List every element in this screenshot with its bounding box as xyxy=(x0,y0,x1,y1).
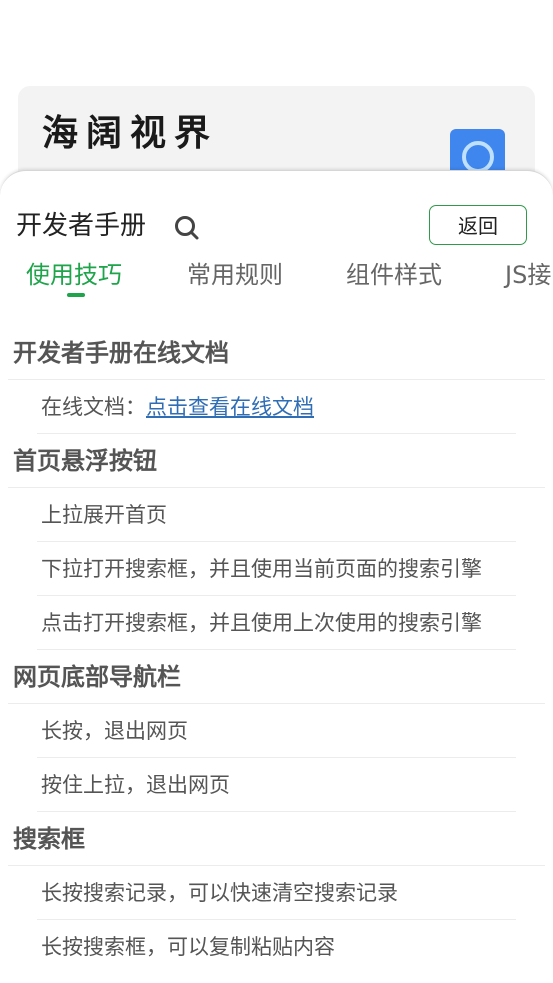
back-button[interactable]: 返回 xyxy=(429,205,527,245)
active-tab-indicator xyxy=(67,293,85,297)
sheet-title: 开发者手册 xyxy=(16,211,147,241)
list-item: 长按，退出网页 xyxy=(37,704,516,758)
app-title: 海阔视界 xyxy=(42,113,219,154)
online-docs-link[interactable]: 点击查看在线文档 xyxy=(146,395,314,419)
tab-usage-tips[interactable]: 使用技巧 xyxy=(26,257,122,293)
list-item: 下拉打开搜索框，并且使用当前页面的搜索引擎 xyxy=(37,542,516,596)
list-item: 点击打开搜索框，并且使用上次使用的搜索引擎 xyxy=(37,596,516,650)
search-icon[interactable] xyxy=(174,215,200,241)
tab-common-rules[interactable]: 常用规则 xyxy=(187,257,283,293)
tab-component-styles[interactable]: 组件样式 xyxy=(346,257,442,293)
section-title: 首页悬浮按钮 xyxy=(8,434,545,488)
section-title: 搜索框 xyxy=(8,812,545,866)
item-label: 在线文档： xyxy=(41,395,146,419)
sheet-header: 开发者手册 返回 xyxy=(0,171,553,251)
section-title: 开发者手册在线文档 xyxy=(8,326,545,380)
list-item: 上拉展开首页 xyxy=(37,488,516,542)
section-title: 网页底部导航栏 xyxy=(8,650,545,704)
list-item: 长按搜索框，可以复制粘贴内容 xyxy=(41,935,335,959)
screen: 海阔视界 开发者手册 返回 使用技巧 常用规则 组件样式 JS接 开发者手册在线… xyxy=(0,0,553,983)
list-item: 按住上拉，退出网页 xyxy=(37,758,516,812)
list-item: 在线文档：点击查看在线文档 xyxy=(37,380,516,434)
tab-js-api[interactable]: JS接 xyxy=(505,257,551,293)
list-item: 长按搜索记录，可以快速清空搜索记录 xyxy=(37,866,516,920)
manual-content: 开发者手册在线文档 在线文档：点击查看在线文档 首页悬浮按钮 上拉展开首页 下拉… xyxy=(0,326,553,974)
search-icon xyxy=(462,141,494,173)
developer-manual-sheet: 开发者手册 返回 使用技巧 常用规则 组件样式 JS接 开发者手册在线文档 在线… xyxy=(0,170,553,983)
